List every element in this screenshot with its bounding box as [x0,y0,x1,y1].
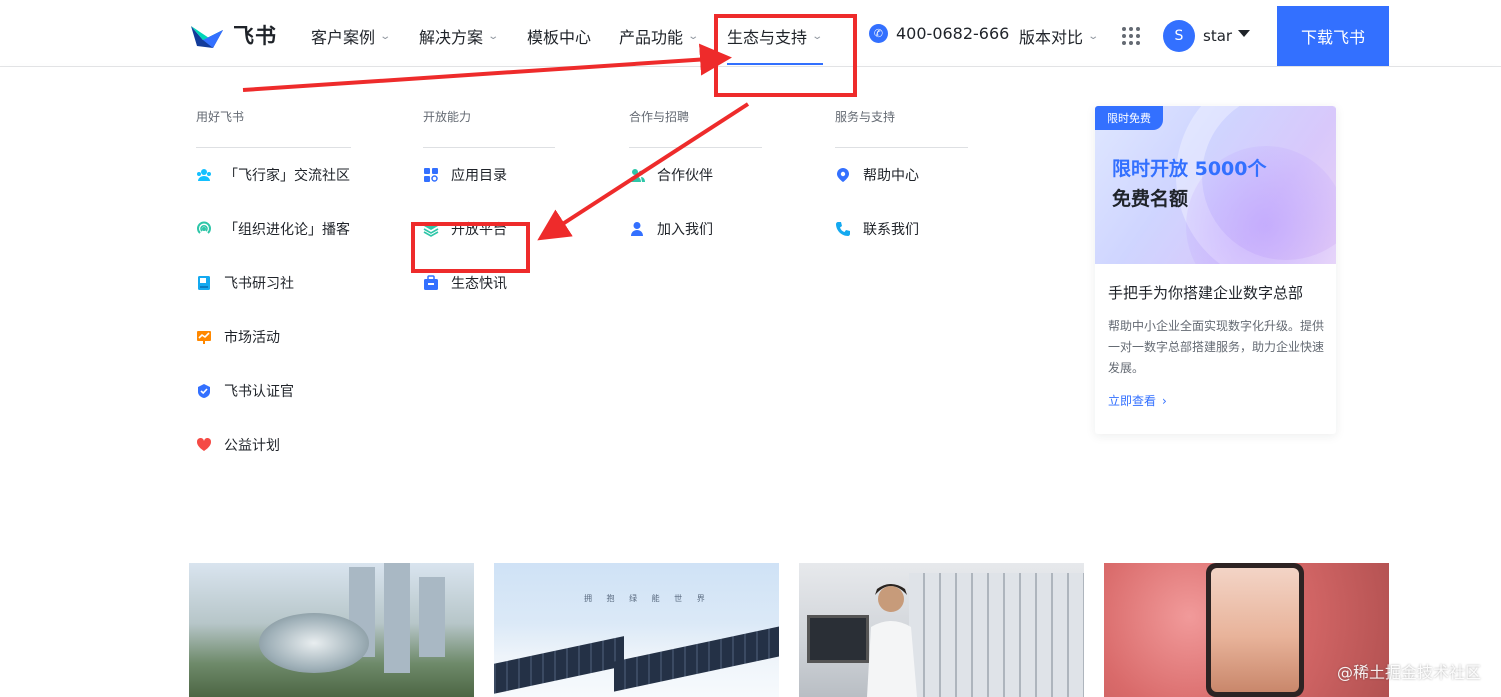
menu-item-label: 加入我们 [657,222,713,238]
nav-item-solutions[interactable]: 解决方案 ⌄ [419,24,500,48]
menu-item-market-events[interactable]: 市场活动 [196,310,351,364]
menu-item-label: 「飞行家」交流社区 [224,168,350,184]
person-icon [629,221,645,237]
column-header: 服务与支持 [835,108,968,148]
phone-contact[interactable]: ✆ 400-0682-666 [869,24,1009,43]
chevron-down-icon: ⌄ [1087,30,1100,42]
nav-item-customer-cases[interactable]: 客户案例 ⌄ [311,24,392,48]
menu-item-label: 公益计划 [224,438,280,454]
community-icon [196,167,212,183]
feishu-logo-icon [191,26,223,48]
app-directory-icon [423,167,439,183]
nav-item-label: 解决方案 [419,28,484,47]
nav-item-label: 产品功能 [619,28,684,47]
phone-number: 400-0682-666 [896,24,1010,43]
menu-item-label: 市场活动 [224,330,280,346]
menu-item-label: 合作伙伴 [657,168,713,184]
menu-item-label: 帮助中心 [863,168,919,184]
help-center-icon [835,167,851,183]
column-header: 用好飞书 [196,108,351,148]
nav-item-template-center[interactable]: 模板中心 [527,24,591,48]
promo-banner: 限时免费 限时开放 5000个 免费名额 [1095,106,1336,264]
nav-item-label: 模板中心 [527,28,592,47]
book-icon [196,275,212,291]
thumbnail-caption: 拥 抱 绿 能 世 界 [584,594,711,603]
feishu-logo[interactable]: 飞书 [189,20,277,50]
heart-icon [196,437,212,453]
activity-icon [196,329,212,345]
menu-item-label: 联系我们 [863,222,919,238]
case-thumbnail-architecture[interactable] [189,563,474,697]
menu-item-podcast[interactable]: 「组织进化论」播客 [196,202,351,256]
menu-item-app-directory[interactable]: 应用目录 [423,148,555,202]
chevron-right-icon: › [1162,393,1167,408]
user-avatar[interactable]: S [1163,20,1195,52]
promo-headline-secondary: 免费名额 [1112,188,1189,210]
promo-tag: 限时免费 [1095,106,1163,130]
caret-down-icon[interactable] [1238,30,1250,37]
menu-item-label: 「组织进化论」播客 [224,222,350,238]
promo-description: 帮助中小企业全面实现数字化升级。提供一对一数字总部搭建服务，助力企业快速发展。 [1108,319,1325,375]
annotation-box-open-platform [411,222,530,273]
menu-item-study-club[interactable]: 飞书研习社 [196,256,351,310]
annotation-box-ecosystem-nav [714,14,857,97]
user-name[interactable]: star [1203,27,1232,45]
menu-item-charity-plan[interactable]: 公益计划 [196,418,351,472]
promo-headline: 限时开放 5000个 [1112,158,1267,180]
badge-icon [196,383,212,399]
brand-name: 飞书 [233,24,277,48]
menu-item-label: 飞书认证官 [224,384,294,400]
case-thumbnail-solar[interactable]: 拥 抱 绿 能 世 界 [494,563,779,697]
menu-item-help-center[interactable]: 帮助中心 [835,148,968,202]
promo-title: 手把手为你搭建企业数字总部 [1108,284,1304,302]
menu-item-community[interactable]: 「飞行家」交流社区 [196,148,351,202]
promo-card[interactable]: 限时免费 限时开放 5000个 免费名额 手把手为你搭建企业数字总部 帮助中小企… [1095,106,1336,434]
dropdown-column-partnership: 合作与招聘 合作伙伴 加入我们 [629,108,762,256]
column-header: 开放能力 [423,108,555,148]
download-feishu-button[interactable]: 下载飞书 [1277,6,1389,66]
ecosystem-dropdown-panel: 用好飞书 「飞行家」交流社区 「组织进化论」播客 飞书研习社 市场活动 飞书认证… [0,67,1501,563]
promo-link-label: 立即查看 [1108,394,1157,408]
partners-icon [629,167,645,183]
app-grid-icon[interactable] [1122,27,1140,45]
phone-icon: ✆ [869,24,888,43]
menu-item-partners[interactable]: 合作伙伴 [629,148,762,202]
phone-icon [835,221,851,237]
promo-view-now-link[interactable]: 立即查看 › [1108,392,1167,409]
podcast-icon [196,221,212,237]
nav-item-label: 版本对比 [1019,28,1084,47]
menu-item-label: 生态快讯 [451,276,507,292]
watermark-text: @稀土掘金技术社区 [1336,663,1481,682]
case-thumbnail-lab[interactable] [799,563,1084,697]
menu-item-label: 飞书研习社 [224,276,294,292]
case-thumbnails-row: 拥 抱 绿 能 世 界 [0,563,1501,697]
nav-item-version-compare[interactable]: 版本对比 ⌄ [1019,24,1100,48]
nav-item-label: 客户案例 [311,28,376,47]
nav-item-product-features[interactable]: 产品功能 ⌄ [619,24,700,48]
chevron-down-icon: ⌄ [487,30,500,42]
dropdown-column-open-capabilities: 开放能力 应用目录 开放平台 生态快讯 [423,108,555,310]
menu-item-certified-officer[interactable]: 飞书认证官 [196,364,351,418]
menu-item-join-us[interactable]: 加入我们 [629,202,762,256]
briefcase-icon [423,275,439,291]
dropdown-column-use-feishu: 用好飞书 「飞行家」交流社区 「组织进化论」播客 飞书研习社 市场活动 飞书认证… [196,108,351,472]
chevron-down-icon: ⌄ [687,30,700,42]
menu-item-contact-us[interactable]: 联系我们 [835,202,968,256]
menu-item-label: 应用目录 [451,168,507,184]
chevron-down-icon: ⌄ [379,30,392,42]
column-header: 合作与招聘 [629,108,762,148]
dropdown-column-service-support: 服务与支持 帮助中心 联系我们 [835,108,968,256]
